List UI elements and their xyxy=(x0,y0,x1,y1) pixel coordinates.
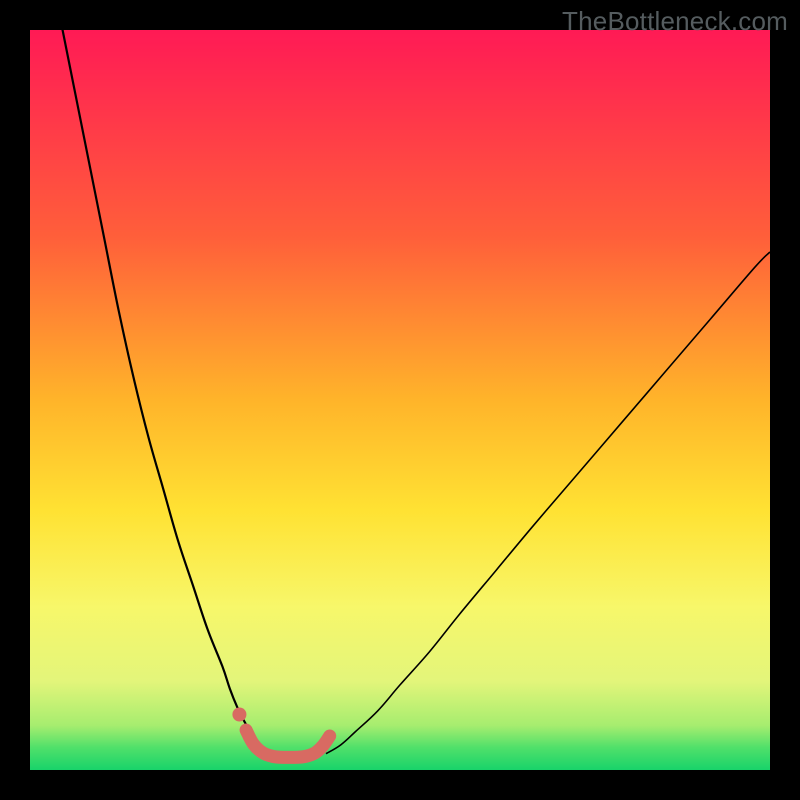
chart-svg xyxy=(30,30,770,770)
gradient-background xyxy=(30,30,770,770)
watermark-text: TheBottleneck.com xyxy=(562,6,788,37)
trough-dot-marker xyxy=(232,708,246,722)
chart-frame: TheBottleneck.com xyxy=(0,0,800,800)
plot-area xyxy=(30,30,770,770)
